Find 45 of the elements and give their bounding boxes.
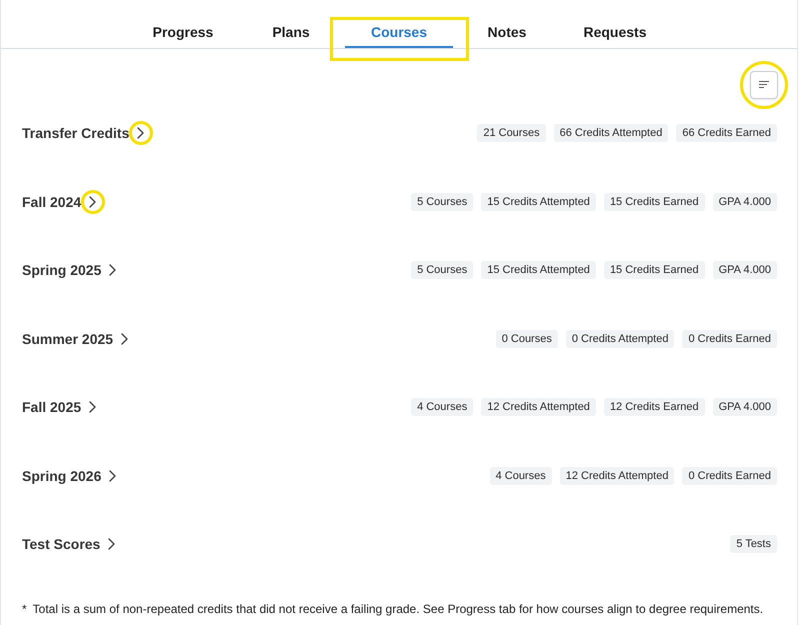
summary-badge: 12 Credits Attempted <box>560 466 674 485</box>
term-title: Test Scores <box>22 536 100 552</box>
tab[interactable]: Courses <box>345 18 453 48</box>
summary-badge: 4 Courses <box>490 466 552 485</box>
summary-badge: 5 Tests <box>730 535 777 554</box>
tab[interactable]: Requests <box>561 18 669 48</box>
summary-badge: 4 Courses <box>411 398 474 416</box>
chevron-right-icon[interactable] <box>89 401 96 414</box>
summary-badge: GPA 4.000 <box>712 192 777 211</box>
summary-badge: 0 Credits Attempted <box>566 330 674 348</box>
summary-badge: 21 Courses <box>477 124 546 142</box>
chevron-right-icon[interactable] <box>121 332 128 345</box>
summary-badge: GPA 4.000 <box>712 398 777 416</box>
tab[interactable]: Plans <box>237 18 345 48</box>
summary-badge: 12 Credits Attempted <box>481 398 596 416</box>
chevron-right-icon[interactable] <box>109 264 116 276</box>
term-title: Summer 2025 <box>22 330 114 347</box>
term-title: Fall 2024 <box>22 194 82 210</box>
summary-badge: 12 Credits Earned <box>604 398 705 416</box>
summary-badge: 15 Credits Attempted <box>481 261 596 280</box>
footnote-marker: * <box>22 600 27 616</box>
chevron-right-icon[interactable] <box>89 196 96 208</box>
summary-badge: 15 Credits Earned <box>604 192 705 211</box>
footnote-text: Total is a sum of non-repeated credits that did not receive a failing grade. See Progress tab for how courses align to degree requirements. <box>32 600 764 616</box>
term-title: Transfer Credits <box>22 125 130 142</box>
summary-badge: 0 Credits Earned <box>682 330 777 348</box>
chevron-right-icon[interactable] <box>109 470 116 482</box>
summary-badge: 66 Credits Attempted <box>554 124 668 142</box>
term-title: Fall 2025 <box>22 399 82 416</box>
summary-badge: 0 Courses <box>496 330 558 348</box>
chevron-right-icon[interactable] <box>108 538 116 550</box>
sort-button[interactable] <box>750 71 778 99</box>
term-title: Spring 2026 <box>22 468 102 484</box>
summary-badge: 0 Credits Earned <box>682 466 777 485</box>
summary-badge: 15 Credits Earned <box>604 261 705 280</box>
summary-badge: GPA 4.000 <box>712 261 777 280</box>
tab[interactable]: Progress <box>129 18 237 48</box>
sort-icon <box>759 81 769 89</box>
summary-badge: 15 Credits Attempted <box>481 192 596 211</box>
chevron-right-icon[interactable] <box>137 127 144 140</box>
summary-badge: 5 Courses <box>411 192 474 211</box>
term-title: Spring 2025 <box>22 262 102 278</box>
summary-badge: 5 Courses <box>411 261 474 280</box>
summary-badge: 66 Credits Earned <box>676 124 777 142</box>
tab[interactable]: Notes <box>453 18 561 48</box>
